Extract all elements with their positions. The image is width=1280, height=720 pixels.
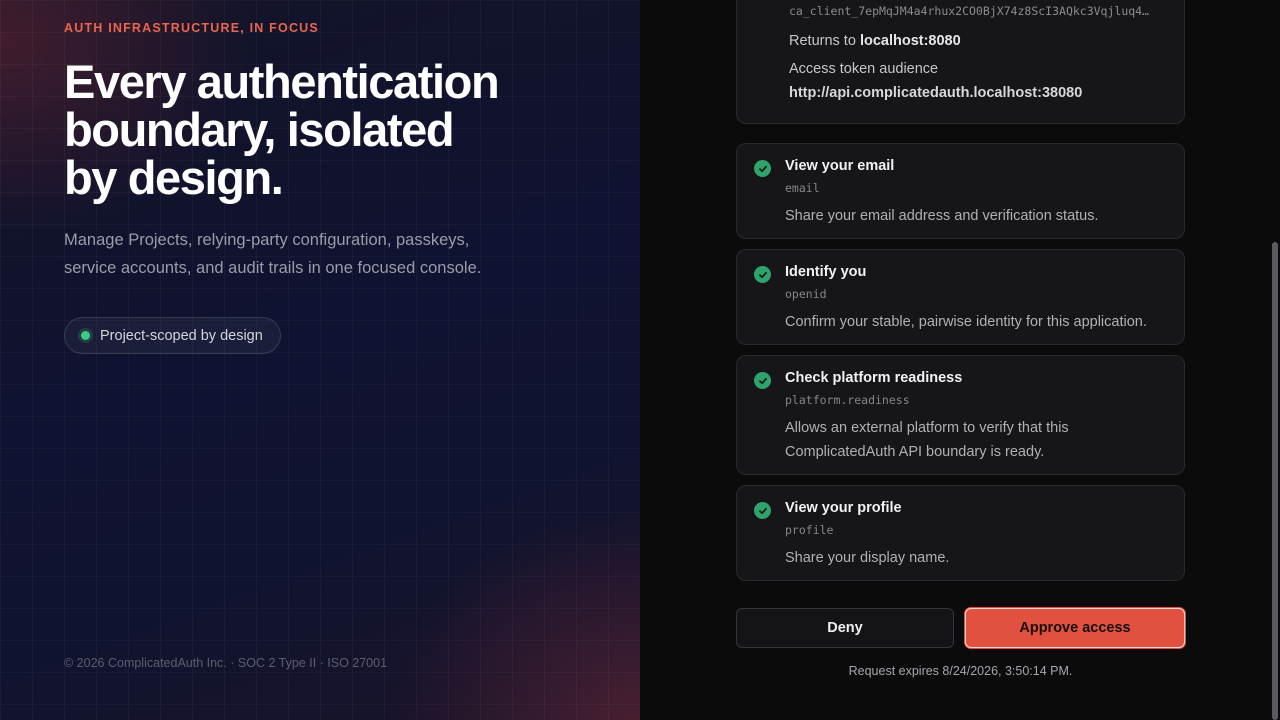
scrollbar-thumb[interactable] bbox=[1272, 242, 1278, 720]
hero-panel: AUTH INFRASTRUCTURE, IN FOCUS Every auth… bbox=[0, 0, 640, 720]
check-circle-icon bbox=[754, 160, 771, 177]
eyebrow-label: AUTH INFRASTRUCTURE, IN FOCUS bbox=[64, 21, 319, 35]
check-circle-icon bbox=[754, 266, 771, 283]
audience-label: Access token audience bbox=[789, 61, 939, 77]
scope-code: profile bbox=[785, 523, 834, 537]
scope-title: Identify you bbox=[785, 264, 867, 280]
badge-label: Project-scoped by design bbox=[100, 327, 263, 344]
approve-access-button[interactable]: Approve access bbox=[965, 608, 1185, 648]
scope-title: View your profile bbox=[785, 500, 902, 516]
scope-description: Share your email address and verificatio… bbox=[785, 208, 1099, 224]
scope-code: platform.readiness bbox=[785, 393, 910, 407]
request-expiry: Request expires 8/24/2026, 3:50:14 PM. bbox=[848, 664, 1073, 678]
redirect-info: Returns to localhost:8080 bbox=[789, 33, 961, 49]
check-circle-icon bbox=[754, 372, 771, 389]
scope-card-profile: View your profile profile Share your dis… bbox=[736, 485, 1185, 581]
headline: Every authentication boundary, isolated … bbox=[64, 58, 584, 202]
status-dot-icon bbox=[81, 331, 90, 340]
lead-paragraph: Manage Projects, relying-party configura… bbox=[64, 231, 482, 277]
scope-code: email bbox=[785, 181, 820, 195]
consent-panel[interactable]: ca_client_7epMqJM4a4rhux2CO0BjX74z8ScI3A… bbox=[640, 0, 1280, 720]
headline-line-3: by design. bbox=[64, 151, 284, 204]
scope-title: View your email bbox=[785, 158, 895, 174]
scope-description: Allows an external platform to verify th… bbox=[785, 420, 1069, 460]
scope-title: Check platform readiness bbox=[785, 370, 963, 386]
audience-value: http://api.complicatedauth.localhost:380… bbox=[789, 85, 1083, 101]
project-scoped-badge: Project-scoped by design bbox=[64, 317, 281, 354]
scope-card-email: View your email email Share your email a… bbox=[736, 143, 1185, 239]
scope-description: Share your display name. bbox=[785, 550, 950, 566]
scrollbar[interactable] bbox=[1270, 0, 1280, 720]
scope-description: Confirm your stable, pairwise identity f… bbox=[785, 314, 1147, 330]
redirect-host: localhost:8080 bbox=[859, 33, 961, 49]
client-info-card: ca_client_7epMqJM4a4rhux2CO0BjX74z8ScI3A… bbox=[736, 0, 1185, 124]
scope-code: openid bbox=[785, 287, 827, 301]
scope-card-openid: Identify you openid Confirm your stable,… bbox=[736, 249, 1185, 345]
headline-line-1: Every authentication bbox=[64, 55, 500, 108]
footer-legal: © 2026 ComplicatedAuth Inc. · SOC 2 Type… bbox=[64, 656, 388, 670]
check-circle-icon bbox=[754, 502, 771, 519]
headline-line-2: boundary, isolated bbox=[64, 103, 455, 156]
client-id: ca_client_7epMqJM4a4rhux2CO0BjX74z8ScI3A… bbox=[789, 4, 1150, 18]
redirect-prefix: Returns to bbox=[789, 33, 856, 49]
scope-card-platform-readiness: Check platform readiness platform.readin… bbox=[736, 355, 1185, 475]
deny-button[interactable]: Deny bbox=[736, 608, 954, 648]
